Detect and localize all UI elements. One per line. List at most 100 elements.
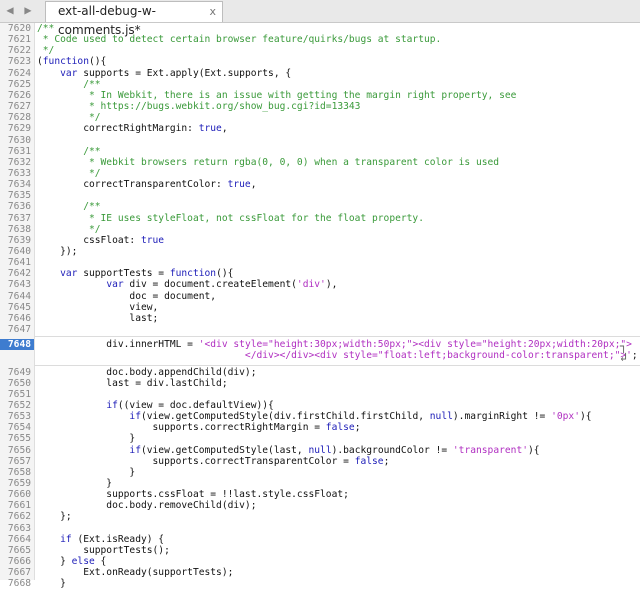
code-text: * Code used to detect certain browser fe…	[37, 34, 442, 46]
code-token: (Ext.isReady) {	[71, 533, 165, 545]
tab-file[interactable]: ext-all-debug-w-comments.js* x	[45, 1, 223, 37]
code-token: var	[106, 279, 124, 291]
code-text: div.innerHTML = '<div style="height:30px…	[37, 339, 632, 350]
code-token: ){	[528, 444, 540, 456]
code-token: function	[42, 56, 89, 68]
line-number: 7662	[7, 511, 31, 523]
code-text: /**	[37, 79, 100, 90]
code-token: cssFloat:	[37, 234, 141, 246]
code-token: '0px'	[551, 411, 580, 423]
code-text: last = div.lastChild;	[37, 377, 228, 389]
line-number: 7656	[7, 444, 31, 456]
code-token: ).marginRight !=	[452, 411, 552, 423]
code-text: }	[37, 467, 135, 478]
code-token: false	[354, 455, 384, 467]
code-text: (function(){	[37, 56, 106, 67]
code-token: ),	[325, 279, 338, 291]
line-number: 7646	[7, 312, 31, 324]
code-text: */	[37, 112, 101, 123]
code-token: last;	[37, 312, 159, 324]
code-token: ;	[383, 455, 390, 467]
tab-bar: ◀ ▶ ext-all-debug-w-comments.js* x	[0, 0, 640, 37]
code-token: '<div style="height:30px;width:50px;"><d…	[198, 339, 632, 351]
code-token: supports = Ext.apply(Ext.supports, {	[77, 67, 292, 79]
code-text: });	[37, 246, 77, 257]
code-text: * IE uses styleFloat, not cssFloat for t…	[37, 213, 424, 224]
code-token: supportTests =	[77, 268, 170, 280]
code-editor[interactable]: 7620 /** 7621 * Code used to detect certai…	[0, 23, 640, 589]
line-number: 7620	[7, 23, 31, 34]
code-token: true	[198, 123, 222, 135]
line-number: 7624	[7, 67, 31, 79]
code-token: * https://bugs.webkit.org/show_bug.cgi?i…	[37, 101, 361, 113]
code-token: supports.cssFloat = !!last.style.cssFloa…	[37, 489, 349, 501]
code-token: ){	[579, 411, 592, 423]
line-number: 7628	[7, 112, 31, 124]
code-token: }	[37, 466, 136, 478]
code-token: function	[169, 268, 217, 280]
code-text: correctRightMargin: true,	[37, 123, 228, 135]
code-token: if	[106, 399, 118, 411]
code-token: /**	[37, 145, 101, 157]
code-token: div = document.createElement(	[123, 279, 297, 291]
code-token: }	[37, 433, 136, 445]
code-token: */	[37, 167, 101, 179]
line-number: 7639	[7, 234, 31, 246]
line-number: 7626	[7, 89, 31, 101]
line-number: 7621	[7, 34, 31, 46]
tab-scroll-right-icon[interactable]: ▶	[20, 0, 36, 22]
line-number: 7636	[7, 201, 31, 213]
code-token: true	[140, 234, 165, 246]
wrapped-line-separator	[34, 364, 640, 366]
code-text: var div = document.createElement('div'),	[37, 279, 337, 290]
code-text: if (Ext.isReady) {	[37, 534, 164, 545]
line-number: 7655	[7, 433, 31, 445]
code-text: }	[37, 478, 112, 489]
line-number: 7661	[7, 500, 31, 512]
line-number: 7652	[7, 399, 31, 411]
close-icon[interactable]: x	[209, 2, 216, 21]
code-token: supportTests();	[37, 544, 170, 556]
code-text: supports.correctRightMargin = false;	[37, 422, 361, 434]
code-token: /**	[37, 201, 101, 213]
code-text: </div></div><div style="float:left;backg…	[37, 350, 638, 361]
code-token: 'transparent'	[452, 444, 528, 456]
code-token: ,	[250, 179, 257, 191]
code-token: var	[60, 268, 78, 280]
code-text: doc = document,	[37, 291, 216, 302]
code-token: null	[429, 411, 453, 423]
code-token: doc.body.removeChild(div);	[37, 500, 257, 512]
tab-scroll-left-icon[interactable]: ◀	[2, 0, 18, 22]
code-token: ,	[221, 123, 228, 135]
line-number: 7630	[7, 134, 31, 146]
code-token: (){	[216, 268, 234, 280]
code-token: /**	[37, 23, 55, 34]
code-text: }	[37, 433, 135, 444]
code-text: view,	[37, 302, 158, 313]
code-token: last = div.lastChild;	[37, 377, 228, 389]
code-token: correctRightMargin:	[37, 123, 199, 135]
line-number: 7658	[7, 466, 31, 478]
code-text: if(view.getComputedStyle(div.firstChild.…	[37, 411, 592, 423]
code-text: supportTests();	[37, 545, 170, 556]
line-number: 7625	[7, 78, 31, 90]
code-token: * Code used to detect certain browser fe…	[37, 34, 442, 46]
code-token: if	[129, 411, 141, 423]
line-number: 7653	[7, 411, 31, 423]
code-token: */	[37, 45, 55, 57]
code-token: supports.correctRightMargin =	[37, 422, 326, 434]
line-number: 7633	[7, 167, 31, 179]
code-token: }	[37, 556, 72, 568]
code-text: } else {	[37, 556, 106, 567]
line-number: 7654	[7, 422, 31, 434]
code-token: if	[129, 444, 141, 456]
line-number: 7663	[7, 522, 31, 534]
line-number: 7642	[7, 268, 31, 280]
code-token: };	[37, 511, 72, 523]
wrapped-line-separator	[34, 336, 640, 338]
